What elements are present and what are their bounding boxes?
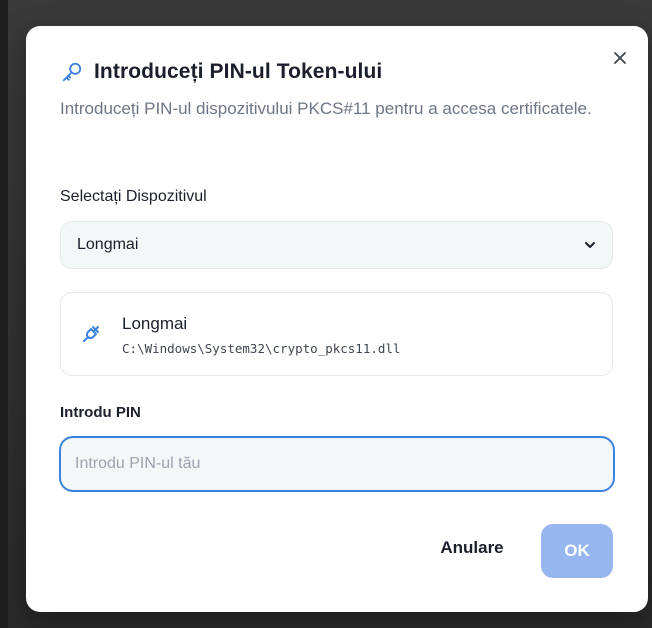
device-info-card: Longmai C:\Windows\System32\crypto_pkcs1… (60, 292, 613, 376)
device-select[interactable]: Longmai (60, 221, 613, 269)
close-button[interactable] (608, 46, 632, 70)
chevron-down-icon (582, 237, 598, 253)
pin-input[interactable] (59, 436, 615, 492)
dialog-header: Introduceți PIN-ul Token-ului (60, 60, 382, 84)
dialog-title: Introduceți PIN-ul Token-ului (94, 60, 383, 83)
usb-plug-icon (79, 322, 103, 346)
device-select-label: Selectați Dispozitivul (60, 188, 207, 205)
cancel-button[interactable]: Anulare (422, 524, 522, 572)
pin-label: Introdu PIN (60, 404, 141, 421)
close-icon (614, 52, 626, 64)
dialog-subtitle: Introduceți PIN-ul dispozitivului PKCS#1… (60, 99, 592, 118)
pin-dialog: Introduceți PIN-ul Token-ului Introduceț… (26, 26, 648, 612)
device-path: C:\Windows\System32\crypto_pkcs11.dll (122, 341, 401, 356)
key-icon (60, 60, 84, 84)
device-select-value: Longmai (77, 236, 139, 253)
ok-button[interactable]: OK (541, 524, 613, 578)
device-name: Longmai (122, 314, 188, 333)
backdrop-edge (0, 0, 8, 628)
